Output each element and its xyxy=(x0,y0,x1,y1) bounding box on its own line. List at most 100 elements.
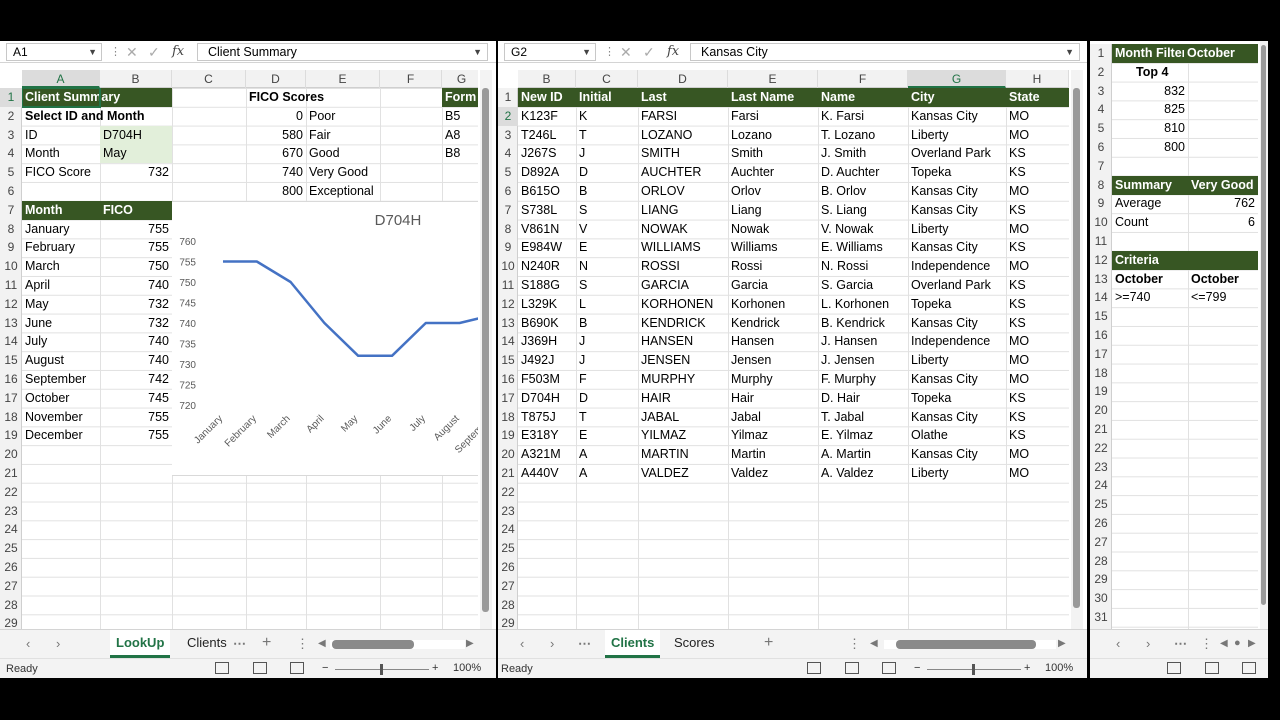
row-header-20[interactable]: 20 xyxy=(498,445,518,464)
horizontal-scrollbar[interactable] xyxy=(330,640,465,649)
row-header-18[interactable]: 18 xyxy=(498,408,518,427)
more-tabs-icon[interactable]: ⋯ xyxy=(1174,636,1187,652)
fico-cell[interactable]: 732 xyxy=(100,295,172,314)
client-header-6[interactable]: State xyxy=(1006,88,1069,107)
row-header-12[interactable]: 12 xyxy=(0,295,22,314)
row-header-12[interactable]: 12 xyxy=(498,295,518,314)
row-header-10[interactable]: 10 xyxy=(1090,213,1112,232)
row-header-19[interactable]: 19 xyxy=(1090,382,1112,401)
name-cell[interactable]: S. Garcia xyxy=(818,276,908,295)
fico-cell[interactable]: 745 xyxy=(100,389,172,408)
last-name-cell[interactable]: Nowak xyxy=(728,220,818,239)
row-header-17[interactable]: 17 xyxy=(0,389,22,408)
row-header-3[interactable]: 3 xyxy=(1090,82,1112,101)
row-header-24[interactable]: 24 xyxy=(498,520,518,539)
page-layout-icon[interactable] xyxy=(1205,662,1219,674)
name-cell[interactable]: E. Yilmaz xyxy=(818,426,908,445)
last-name-cell[interactable]: Jabal xyxy=(728,408,818,427)
city-cell[interactable]: Topeka xyxy=(908,389,1006,408)
row-header-16[interactable]: 16 xyxy=(498,370,518,389)
city-cell[interactable]: Kansas City xyxy=(908,201,1006,220)
client-header-2[interactable]: Last xyxy=(638,88,728,107)
fico-cell[interactable]: 740 xyxy=(100,351,172,370)
last-cell[interactable]: FARSI xyxy=(638,107,728,126)
client-header-0[interactable]: New ID xyxy=(518,88,576,107)
state-cell[interactable]: KS xyxy=(1006,163,1069,182)
initial-cell[interactable]: K xyxy=(576,107,638,126)
insert-function-icon[interactable]: fx xyxy=(172,43,184,61)
average-value[interactable]: 762 xyxy=(1188,194,1258,213)
row-header-13[interactable]: 13 xyxy=(1090,270,1112,289)
row-header-25[interactable]: 25 xyxy=(1090,495,1112,514)
new-id-cell[interactable]: F503M xyxy=(518,370,576,389)
new-id-cell[interactable]: B615O xyxy=(518,182,576,201)
last-cell[interactable]: KORHONEN xyxy=(638,295,728,314)
last-name-cell[interactable]: Hair xyxy=(728,389,818,408)
row-header-6[interactable]: 6 xyxy=(0,182,22,201)
scroll-thumb[interactable] xyxy=(332,640,414,649)
name-cell[interactable]: V. Nowak xyxy=(818,220,908,239)
state-cell[interactable]: KS xyxy=(1006,201,1069,220)
client-header-5[interactable]: City xyxy=(908,88,1006,107)
new-id-cell[interactable]: J492J xyxy=(518,351,576,370)
state-cell[interactable]: MO xyxy=(1006,182,1069,201)
last-cell[interactable]: JABAL xyxy=(638,408,728,427)
row-header-22[interactable]: 22 xyxy=(1090,439,1112,458)
new-id-cell[interactable]: J369H xyxy=(518,332,576,351)
name-cell[interactable]: D. Auchter xyxy=(818,163,908,182)
client-header-4[interactable]: Name xyxy=(818,88,908,107)
row-header-29[interactable]: 29 xyxy=(1090,570,1112,589)
row-header-14[interactable]: 14 xyxy=(1090,288,1112,307)
month-cell[interactable]: August xyxy=(22,351,100,370)
tab-lookup[interactable]: LookUp xyxy=(110,630,171,658)
row-header-10[interactable]: 10 xyxy=(0,257,22,276)
row-header-20[interactable]: 20 xyxy=(0,445,22,464)
form-cell[interactable]: B8 xyxy=(442,144,478,163)
row-header-1[interactable]: 1 xyxy=(498,88,518,107)
row-header-23[interactable]: 23 xyxy=(1090,458,1112,477)
row-header-22[interactable]: 22 xyxy=(0,483,22,502)
last-name-cell[interactable]: Liang xyxy=(728,201,818,220)
state-cell[interactable]: MO xyxy=(1006,445,1069,464)
row-header-25[interactable]: 25 xyxy=(0,539,22,558)
last-cell[interactable]: WILLIAMS xyxy=(638,238,728,257)
summary-value[interactable]: Very Good xyxy=(1188,175,1258,195)
row-header-17[interactable]: 17 xyxy=(498,389,518,408)
fico-label-cell[interactable]: Exceptional xyxy=(306,182,380,201)
last-name-cell[interactable]: Jensen xyxy=(728,351,818,370)
row-header-4[interactable]: 4 xyxy=(0,144,22,163)
state-cell[interactable]: KS xyxy=(1006,426,1069,445)
last-name-cell[interactable]: Auchter xyxy=(728,163,818,182)
fico-cell[interactable]: 755 xyxy=(100,426,172,445)
scroll-thumb[interactable] xyxy=(1073,88,1080,608)
row-header-16[interactable]: 16 xyxy=(0,370,22,389)
row-header-14[interactable]: 14 xyxy=(0,332,22,351)
row-header-26[interactable]: 26 xyxy=(498,558,518,577)
month-cell[interactable]: October xyxy=(22,389,100,408)
initial-cell[interactable]: E xyxy=(576,238,638,257)
name-box[interactable]: G2 ▼ xyxy=(504,43,596,61)
row-header-27[interactable]: 27 xyxy=(0,577,22,596)
new-id-cell[interactable]: V861N xyxy=(518,220,576,239)
row-header-21[interactable]: 21 xyxy=(498,464,518,483)
last-cell[interactable]: MARTIN xyxy=(638,445,728,464)
city-cell[interactable]: Independence xyxy=(908,257,1006,276)
column-header-b[interactable]: B xyxy=(100,70,172,88)
last-name-cell[interactable]: Kendrick xyxy=(728,314,818,333)
month-cell[interactable]: May xyxy=(22,295,100,314)
initial-cell[interactable]: N xyxy=(576,257,638,276)
enter-icon[interactable]: ✓ xyxy=(643,43,655,61)
next-sheet-icon[interactable]: › xyxy=(1146,636,1150,651)
last-name-cell[interactable]: Smith xyxy=(728,144,818,163)
row-header-20[interactable]: 20 xyxy=(1090,401,1112,420)
cancel-icon[interactable]: ✕ xyxy=(126,43,138,61)
tab-scores[interactable]: Scores xyxy=(668,630,720,658)
last-cell[interactable]: ORLOV xyxy=(638,182,728,201)
form-cell[interactable]: A8 xyxy=(442,126,478,145)
last-name-cell[interactable]: Korhonen xyxy=(728,295,818,314)
vertical-scrollbar[interactable] xyxy=(1260,41,1268,629)
scroll-right-icon[interactable]: ▶ xyxy=(1058,638,1066,649)
initial-cell[interactable]: S xyxy=(576,201,638,220)
fico-cell[interactable]: 755 xyxy=(100,220,172,239)
row-header-27[interactable]: 27 xyxy=(498,577,518,596)
